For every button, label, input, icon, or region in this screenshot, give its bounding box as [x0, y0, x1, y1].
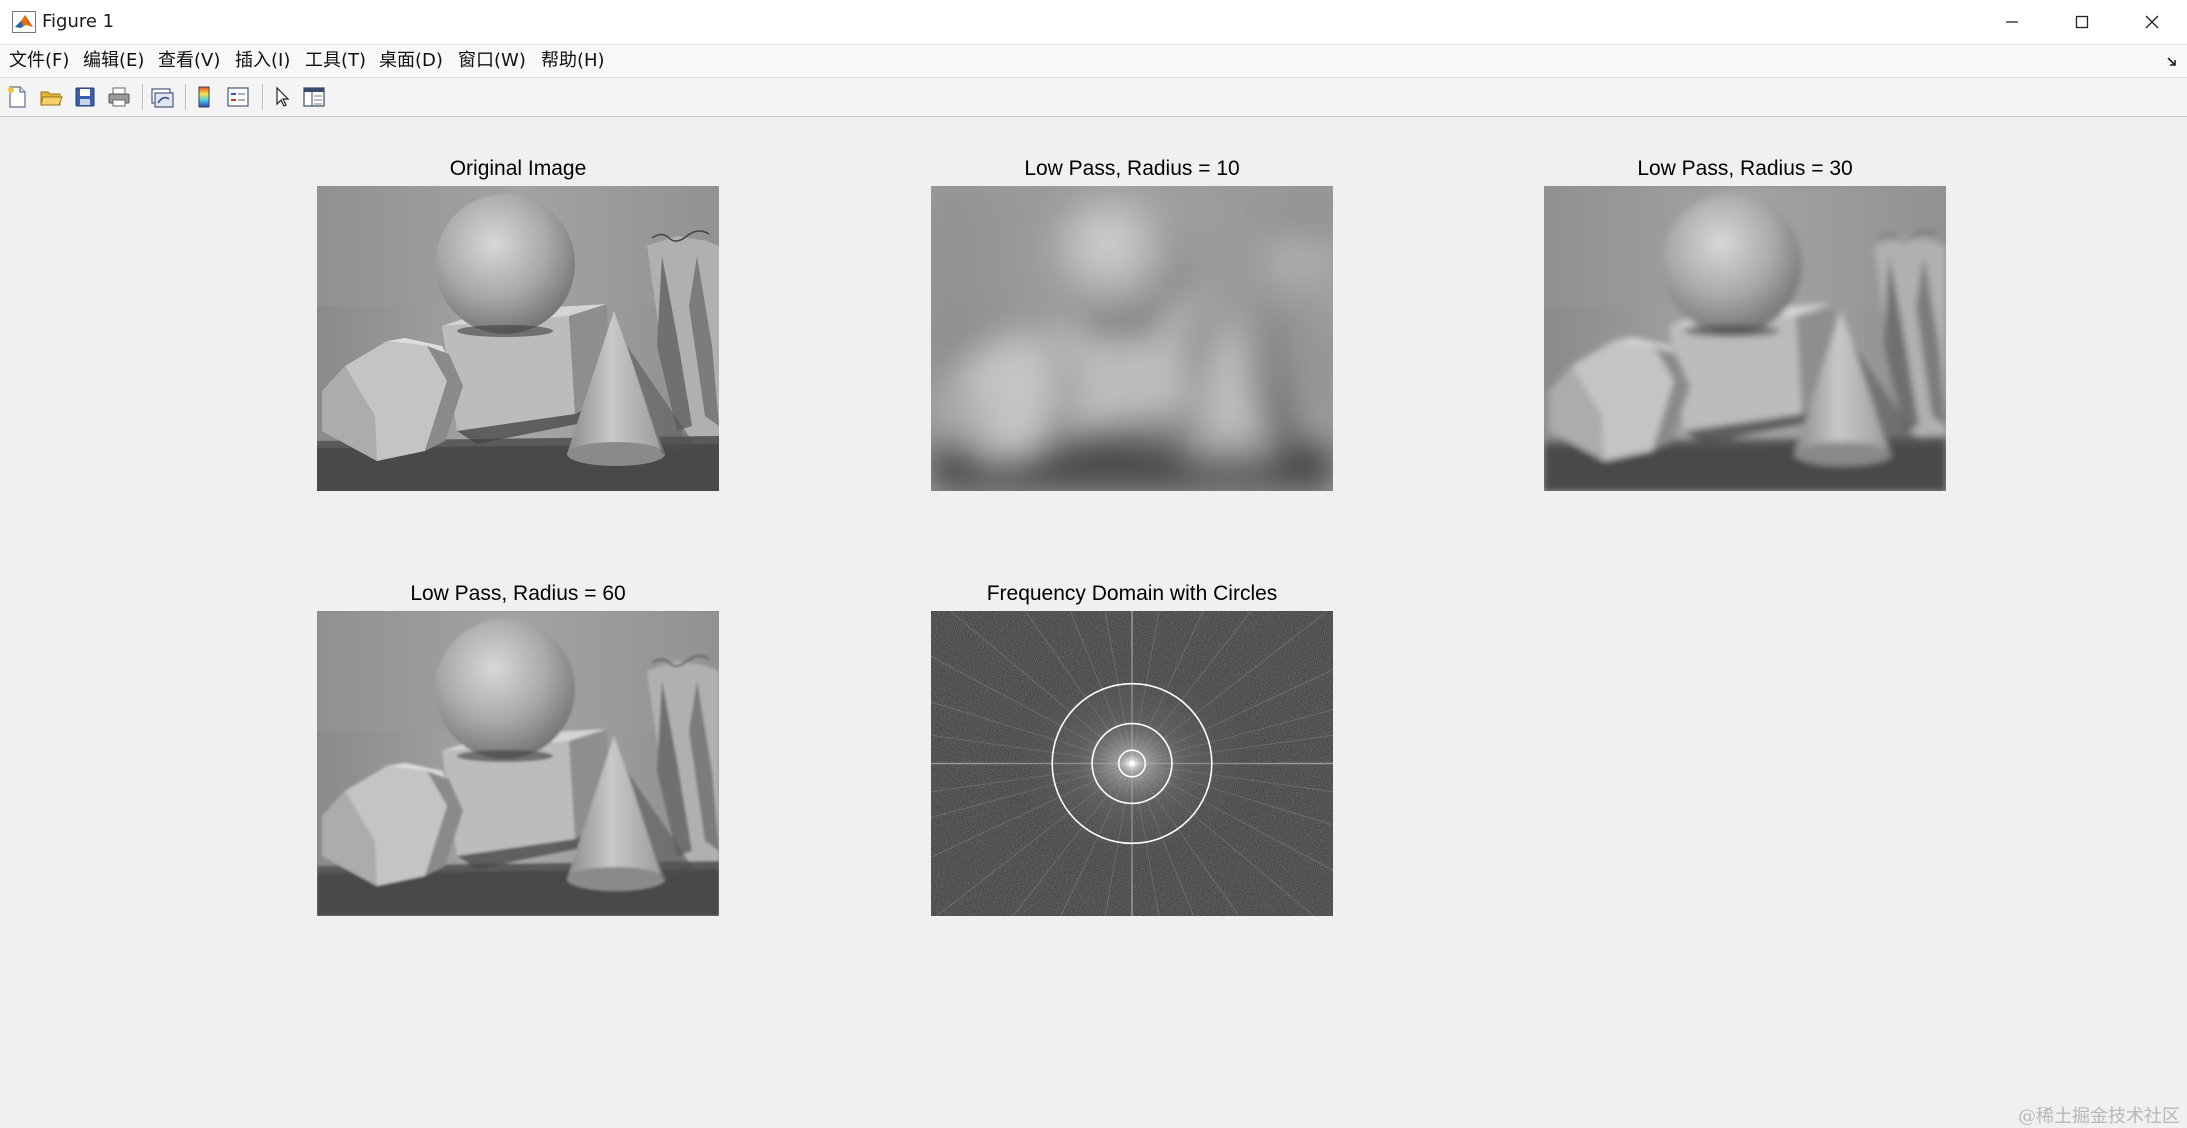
window-title: Figure 1 [42, 11, 115, 32]
image-frequency-domain [931, 611, 1333, 916]
matlab-logo-icon [12, 11, 36, 33]
maximize-button[interactable] [2047, 0, 2117, 44]
menu-tools[interactable]: 工具(T) [305, 51, 366, 71]
print-icon [108, 87, 130, 107]
toolbar-separator [262, 84, 264, 110]
figure-toolbar [0, 78, 2187, 117]
dc-component-point [1129, 760, 1135, 767]
subplot-title-original: Original Image [449, 157, 587, 180]
link-plot-button[interactable] [148, 83, 176, 111]
open-file-button[interactable] [37, 83, 65, 111]
toolbar-separator [142, 84, 144, 110]
pointer-button[interactable] [268, 83, 296, 111]
subplot-title-frequency: Frequency Domain with Circles [986, 582, 1278, 605]
colorbar-button[interactable] [190, 83, 218, 111]
dock-arrow-icon [2167, 57, 2176, 66]
new-figure-icon [8, 86, 26, 108]
colorbar-icon [198, 86, 210, 108]
menu-help[interactable]: 帮助(H) [541, 51, 605, 71]
image-lowpass-60 [317, 611, 719, 916]
pointer-icon [276, 86, 290, 107]
link-plot-icon [151, 88, 174, 108]
menu-insert[interactable]: 插入(I) [235, 51, 290, 71]
subplot-title-lowpass-60: Low Pass, Radius = 60 [410, 582, 626, 605]
menu-desktop[interactable]: 桌面(D) [379, 51, 443, 71]
menu-view[interactable]: 查看(V) [158, 51, 220, 71]
image-original [317, 186, 719, 491]
save-button[interactable] [71, 83, 99, 111]
close-icon [2145, 15, 2159, 29]
minimize-button[interactable] [1977, 0, 2047, 44]
close-button[interactable] [2117, 0, 2187, 44]
toolbar-separator [185, 84, 187, 110]
menu-bar: 文件(F) 编辑(E) 查看(V) 插入(I) 工具(T) 桌面(D) 窗口(W… [0, 45, 2187, 78]
legend-icon [227, 87, 249, 107]
property-editor-icon [303, 87, 325, 107]
property-editor-button[interactable] [300, 83, 328, 111]
title-bar: Figure 1 [0, 0, 2187, 45]
subplot-title-lowpass-10: Low Pass, Radius = 10 [1024, 157, 1240, 180]
watermark-text: @稀土掘金技术社区 [2018, 1106, 2180, 1127]
figure-canvas[interactable]: Original Image Low Pass, Radius = 10 Low… [0, 117, 2187, 1127]
maximize-icon [2075, 15, 2089, 29]
menu-window[interactable]: 窗口(W) [458, 51, 526, 71]
dock-figure-button[interactable] [2166, 54, 2180, 68]
menu-edit[interactable]: 编辑(E) [83, 51, 144, 71]
image-lowpass-30 [1544, 186, 1946, 491]
print-button[interactable] [105, 83, 133, 111]
save-icon [75, 87, 95, 107]
subplot-title-lowpass-30: Low Pass, Radius = 30 [1637, 157, 1853, 180]
minimize-icon [2006, 21, 2018, 23]
new-figure-button[interactable] [3, 83, 31, 111]
menu-file[interactable]: 文件(F) [9, 51, 69, 71]
image-lowpass-10 [931, 186, 1333, 491]
legend-button[interactable] [224, 83, 252, 111]
open-file-icon [40, 91, 63, 106]
